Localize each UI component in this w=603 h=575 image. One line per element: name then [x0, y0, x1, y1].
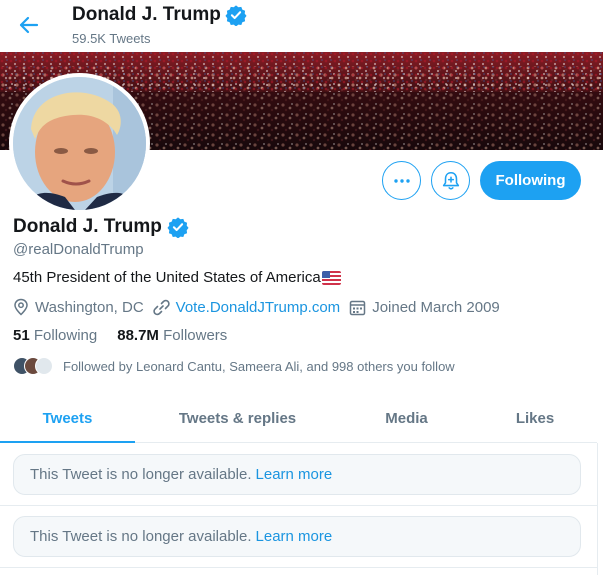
- unavailable-tweet: This Tweet is no longer available. Learn…: [13, 516, 581, 557]
- tab-likes[interactable]: Likes: [473, 394, 597, 442]
- profile-name: Donald J. Trump: [13, 216, 162, 237]
- arrow-left-icon: [19, 16, 39, 34]
- back-button[interactable]: [16, 12, 42, 38]
- follower-avatars: [13, 356, 55, 376]
- more-dots-icon: [393, 178, 410, 183]
- bell-plus-icon: [442, 171, 459, 190]
- header-name: Donald J. Trump: [72, 4, 221, 25]
- followed-by[interactable]: Followed by Leonard Cantu, Sameera Ali, …: [13, 356, 455, 376]
- avatar-image: [13, 77, 146, 210]
- followers-count: 88.7M: [117, 327, 159, 344]
- profile-joined: Joined March 2009: [372, 298, 500, 316]
- link-icon: [152, 299, 170, 315]
- profile-stats: 51 Following 88.7M Followers: [13, 327, 227, 344]
- profile-meta: Washington, DC Vote.DonaldJTrump.com Joi…: [13, 298, 509, 316]
- avatar: [35, 357, 53, 375]
- more-button[interactable]: [382, 161, 421, 200]
- profile-location: Washington, DC: [35, 298, 144, 316]
- tab-media[interactable]: Media: [340, 394, 473, 442]
- tweet-unavailable-text: This Tweet is no longer available.: [30, 528, 252, 545]
- tweet-unavailable-text: This Tweet is no longer available.: [30, 466, 252, 483]
- profile-avatar[interactable]: [9, 73, 150, 214]
- learn-more-link[interactable]: Learn more: [256, 466, 333, 483]
- notifications-button[interactable]: [431, 161, 470, 200]
- learn-more-link[interactable]: Learn more: [256, 528, 333, 545]
- location-pin-icon: [14, 298, 28, 316]
- tweet-count: 59.5K Tweets: [72, 31, 151, 46]
- column-divider: [597, 443, 598, 575]
- followed-by-text: Followed by Leonard Cantu, Sameera Ali, …: [63, 358, 455, 374]
- following-count: 51: [13, 327, 30, 344]
- profile-bio: 45th President of the United States of A…: [13, 269, 341, 286]
- following-label: Following: [33, 327, 98, 344]
- divider: [0, 505, 597, 506]
- verified-badge-icon: [225, 5, 247, 26]
- profile-handle: @realDonaldTrump: [13, 241, 144, 258]
- following-link[interactable]: 51 Following: [13, 327, 97, 344]
- profile-tabs: Tweets Tweets & replies Media Likes: [0, 394, 597, 443]
- tab-tweets[interactable]: Tweets: [0, 394, 135, 443]
- following-button[interactable]: Following: [480, 161, 581, 200]
- us-flag-icon: [321, 270, 341, 285]
- profile-website-link[interactable]: Vote.DonaldJTrump.com: [176, 299, 341, 316]
- calendar-icon: [349, 300, 366, 315]
- profile-header: Donald J. Trump 59.5K Tweets: [0, 0, 603, 52]
- bio-text: 45th President of the United States of A…: [13, 269, 321, 286]
- followers-link[interactable]: 88.7M Followers: [117, 327, 227, 344]
- divider: [0, 567, 597, 568]
- followers-label: Followers: [163, 327, 228, 344]
- unavailable-tweet: This Tweet is no longer available. Learn…: [13, 454, 581, 495]
- verified-badge-icon: [167, 217, 189, 238]
- tab-tweets-replies[interactable]: Tweets & replies: [135, 394, 340, 442]
